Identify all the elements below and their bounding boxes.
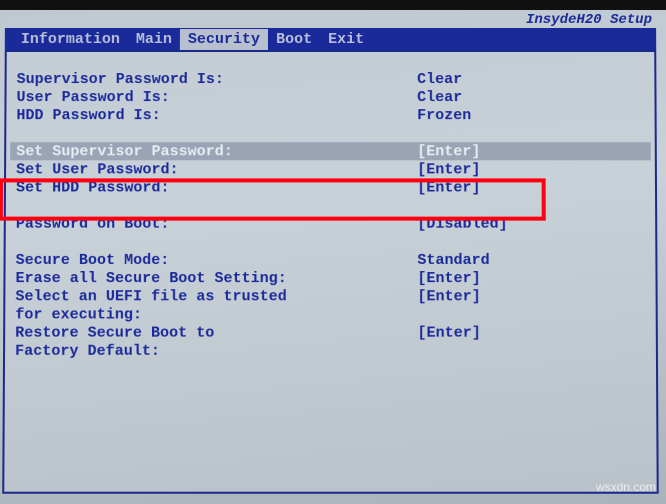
bios-content-frame: Supervisor Password Is: Clear User Passw… <box>2 50 658 494</box>
label: Set Supervisor Password: <box>16 144 417 159</box>
security-page: Supervisor Password Is: Clear User Passw… <box>5 52 656 378</box>
row-set-hdd-password[interactable]: Set HDD Password: [Enter] <box>16 178 645 196</box>
label: for executing: <box>15 307 417 322</box>
row-user-status: User Password Is: Clear <box>16 88 644 106</box>
row-select-uefi-file[interactable]: Select an UEFI file as trusted [Enter] <box>15 287 645 305</box>
tab-security[interactable]: Security <box>180 28 268 49</box>
bios-screen: InsydeH20 Setup Information Main Securit… <box>0 10 666 504</box>
value: [Enter] <box>417 325 480 340</box>
watermark: wsxdn.com <box>596 480 656 494</box>
value: [Enter] <box>417 144 480 159</box>
row-secure-boot-mode[interactable]: Secure Boot Mode: Standard <box>16 251 646 269</box>
row-restore-secure-boot[interactable]: Restore Secure Boot to [Enter] <box>15 324 646 342</box>
row-select-uefi-file-cont: for executing: <box>15 305 645 323</box>
label: Password on Boot: <box>16 216 418 231</box>
value: [Enter] <box>417 180 480 195</box>
row-set-user-password[interactable]: Set User Password: [Enter] <box>16 160 645 178</box>
label: Select an UEFI file as trusted <box>15 289 417 304</box>
tab-exit[interactable]: Exit <box>320 28 372 49</box>
value: [Disabled] <box>417 216 507 231</box>
row-restore-secure-boot-cont: Factory Default: <box>15 342 646 360</box>
value: Frozen <box>417 108 471 123</box>
tab-boot[interactable]: Boot <box>268 28 320 49</box>
label: Set HDD Password: <box>16 180 417 195</box>
row-password-on-boot[interactable]: Password on Boot: [Disabled] <box>16 215 645 233</box>
menu-tabs: Information Main Security Boot Exit <box>5 28 656 50</box>
label: HDD Password Is: <box>16 108 417 123</box>
row-set-supervisor-password[interactable]: Set Supervisor Password: [Enter] <box>10 142 651 160</box>
label: Secure Boot Mode: <box>16 252 418 267</box>
value: [Enter] <box>417 162 480 177</box>
row-erase-secure-boot[interactable]: Erase all Secure Boot Setting: [Enter] <box>15 269 645 287</box>
value: Clear <box>417 90 462 105</box>
label: User Password Is: <box>16 90 417 105</box>
row-supervisor-status: Supervisor Password Is: Clear <box>17 70 645 88</box>
tab-main[interactable]: Main <box>128 28 180 49</box>
label: Factory Default: <box>15 343 417 358</box>
value: Clear <box>417 72 462 87</box>
tab-information[interactable]: Information <box>13 28 128 49</box>
value: Standard <box>417 252 489 267</box>
row-hdd-status: HDD Password Is: Frozen <box>16 106 644 124</box>
value: [Enter] <box>417 271 480 286</box>
firmware-brand: InsydeH20 Setup <box>526 12 652 28</box>
label: Set User Password: <box>16 162 417 177</box>
label: Supervisor Password Is: <box>17 72 418 87</box>
label: Restore Secure Boot to <box>15 325 417 340</box>
label: Erase all Secure Boot Setting: <box>15 271 417 286</box>
value: [Enter] <box>417 289 480 304</box>
